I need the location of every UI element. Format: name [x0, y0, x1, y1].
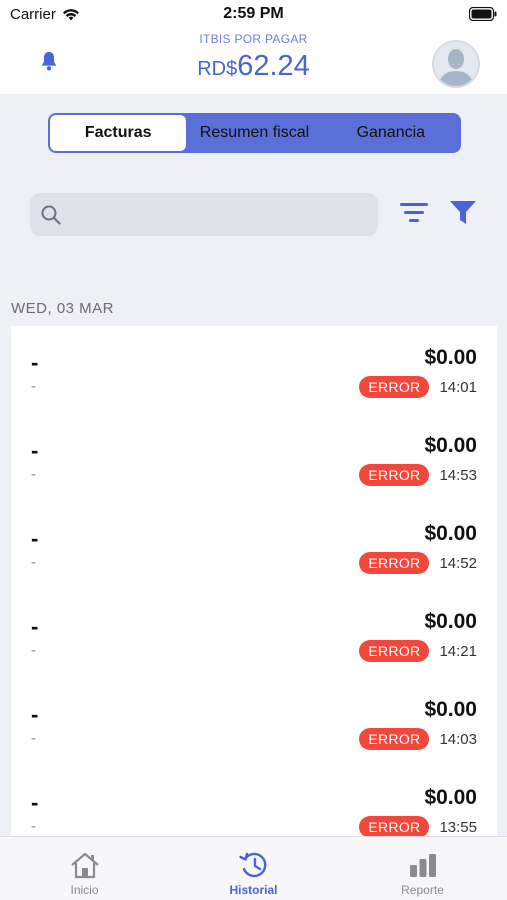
tab-historial-label: Historial [229, 883, 278, 897]
row-subtitle: - [31, 466, 36, 483]
row-amount: $0.00 [424, 698, 477, 721]
tab-inicio[interactable]: Inicio [0, 837, 169, 900]
sort-icon[interactable] [398, 199, 430, 227]
itbis-amount: RD$62.24 [0, 50, 507, 83]
row-subtitle: - [31, 642, 36, 659]
row-subtitle: - [31, 730, 36, 747]
row-title: - [31, 790, 39, 815]
search-input[interactable] [30, 193, 378, 236]
row-meta: ERROR 14:53 [359, 464, 477, 486]
status-badge: ERROR [359, 728, 430, 750]
battery-icon [469, 7, 497, 21]
list-item[interactable]: - - $0.00 ERROR 14:53 [11, 414, 497, 502]
row-amount: $0.00 [424, 786, 477, 809]
row-title: - [31, 526, 39, 551]
row-meta: ERROR 13:55 [359, 816, 477, 836]
amount-value: 62.24 [237, 50, 310, 82]
row-amount: $0.00 [424, 434, 477, 457]
itbis-label: ITBIS POR PAGAR [199, 32, 308, 46]
row-amount: $0.00 [424, 346, 477, 369]
row-amount: $0.00 [424, 610, 477, 633]
list-item[interactable]: - - $0.00 ERROR 14:01 [11, 326, 497, 414]
row-title: - [31, 702, 39, 727]
tab-facturas[interactable]: Facturas [50, 115, 187, 151]
tab-resumen-fiscal[interactable]: Resumen fiscal [186, 115, 322, 151]
tab-ganancia[interactable]: Ganancia [323, 115, 459, 151]
currency-symbol: RD$ [197, 58, 238, 80]
row-time: 14:03 [439, 730, 477, 748]
header: ITBIS POR PAGAR RD$62.24 [0, 28, 507, 94]
filter-icon[interactable] [448, 198, 478, 226]
row-subtitle: - [31, 818, 36, 835]
status-badge: ERROR [359, 552, 430, 574]
user-silhouette-icon [434, 42, 478, 86]
row-meta: ERROR 14:03 [359, 728, 477, 750]
row-time: 14:01 [439, 378, 477, 396]
status-badge: ERROR [359, 464, 430, 486]
tab-reporte[interactable]: Reporte [338, 837, 507, 900]
avatar[interactable] [432, 40, 480, 88]
tab-historial[interactable]: Historial [169, 837, 338, 900]
row-time: 14:53 [439, 466, 477, 484]
home-icon [70, 852, 99, 879]
row-time: 14:21 [439, 642, 477, 660]
row-meta: ERROR 14:52 [359, 552, 477, 574]
status-badge: ERROR [359, 640, 430, 662]
status-time: 2:59 PM [223, 5, 284, 22]
status-bar: Carrier 2:59 PM [0, 0, 507, 28]
row-meta: ERROR 14:21 [359, 640, 477, 662]
status-badge: ERROR [359, 376, 430, 398]
row-meta: ERROR 14:01 [359, 376, 477, 398]
tab-bar: Inicio Historial Reporte [0, 836, 507, 900]
segmented-control: Facturas Resumen fiscal Ganancia [48, 113, 461, 153]
row-subtitle: - [31, 378, 36, 395]
row-title: - [31, 438, 39, 463]
list-item[interactable]: - - $0.00 ERROR 14:52 [11, 502, 497, 590]
history-icon [238, 852, 266, 878]
list-item[interactable]: - - $0.00 ERROR 13:55 [11, 766, 497, 836]
invoice-list: - - $0.00 ERROR 14:01 - - $0.00 ERROR 14… [11, 326, 497, 836]
row-amount: $0.00 [424, 522, 477, 545]
row-title: - [31, 350, 39, 375]
search-icon [41, 205, 61, 225]
date-group-label: WED, 03 MAR [11, 300, 115, 317]
row-subtitle: - [31, 554, 36, 571]
list-item[interactable]: - - $0.00 ERROR 14:21 [11, 590, 497, 678]
row-time: 13:55 [439, 818, 477, 836]
row-title: - [31, 614, 39, 639]
bar-chart-icon [409, 854, 436, 877]
tab-inicio-label: Inicio [70, 883, 99, 897]
status-badge: ERROR [359, 816, 430, 836]
row-time: 14:52 [439, 554, 477, 572]
list-item[interactable]: - - $0.00 ERROR 14:03 [11, 678, 497, 766]
tab-reporte-label: Reporte [401, 883, 444, 897]
